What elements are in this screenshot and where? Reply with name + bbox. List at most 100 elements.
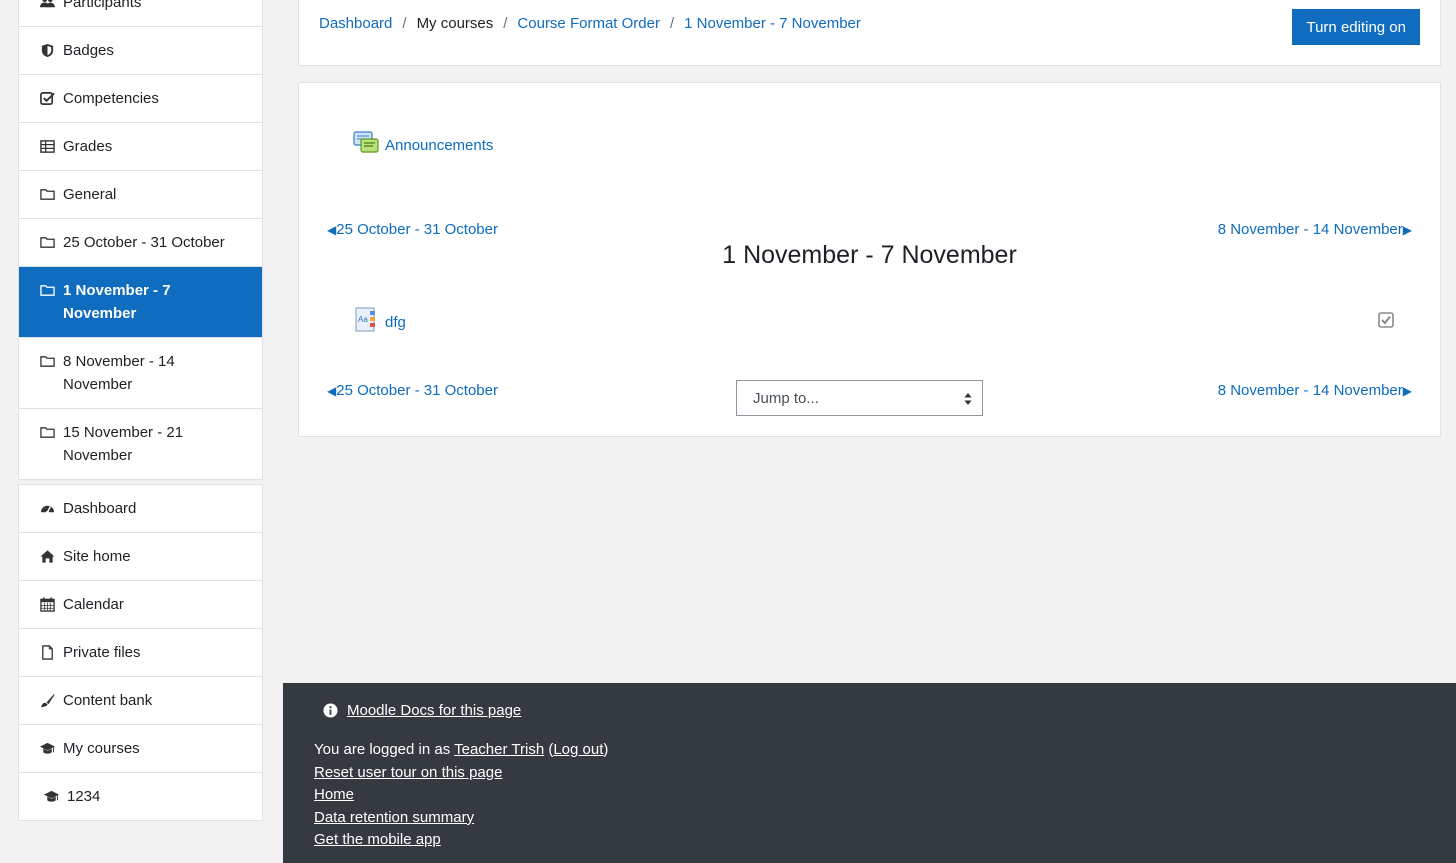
sidebar-item-8-november[interactable]: 8 November - 14 November — [19, 337, 262, 408]
graduation-cap-icon — [43, 786, 60, 806]
sidebar-item-label: Participants — [63, 0, 142, 11]
footer-links: You are logged in as Teacher Trish (Log … — [314, 739, 608, 852]
prev-section-link-bottom[interactable]: ◀ 25 October - 31 October — [327, 382, 498, 399]
sidebar-item-general[interactable]: General — [19, 170, 262, 218]
breadcrumb: Dashboard / My courses / Course Format O… — [319, 15, 861, 32]
folder-icon — [39, 422, 56, 442]
page-resource-icon: Aa — [355, 307, 379, 337]
sidebar-item-participants[interactable]: Participants — [19, 0, 262, 26]
sidebar-item-label: Dashboard — [63, 500, 137, 517]
sidebar-item-dashboard[interactable]: Dashboard — [19, 485, 262, 532]
sidebar-item-label: 1 November - 7 November — [63, 282, 171, 322]
sidebar-item-label: Badges — [63, 42, 114, 59]
announcements-activity: Announcements — [353, 131, 493, 159]
sidebar-item-course-1234[interactable]: 1234 — [19, 772, 262, 820]
prev-section-label: 25 October - 31 October — [336, 221, 498, 238]
mobile-app-link[interactable]: Get the mobile app — [314, 831, 441, 848]
paint-brush-icon — [39, 690, 56, 710]
logged-in-prefix: You are logged in as — [314, 741, 455, 758]
home-link[interactable]: Home — [314, 786, 354, 803]
course-nav: Participants Badges Competencies Grades … — [18, 0, 263, 480]
site-nav: Dashboard Site home Calendar Private fil… — [18, 484, 263, 821]
sidebar-item-label: My courses — [63, 740, 140, 757]
sidebar-item-label: Content bank — [63, 692, 153, 709]
svg-text:Aa: Aa — [358, 315, 368, 324]
page-header: Dashboard / My courses / Course Format O… — [298, 0, 1441, 66]
breadcrumb-course[interactable]: Course Format Order — [517, 15, 660, 32]
folder-icon — [39, 351, 56, 371]
arrow-left-icon: ◀ — [327, 383, 337, 398]
sidebar-item-label: 8 November - 14 November — [63, 353, 175, 393]
graduation-cap-icon — [39, 738, 56, 758]
breadcrumb-section[interactable]: 1 November - 7 November — [684, 15, 861, 32]
sidebar-item-grades[interactable]: Grades — [19, 122, 262, 170]
folder-icon — [39, 184, 56, 204]
sidebar-item-1-november[interactable]: 1 November - 7 November — [19, 266, 262, 337]
arrow-right-icon: ▶ — [1402, 383, 1412, 398]
folder-icon — [39, 232, 56, 252]
arrow-right-icon: ▶ — [1402, 222, 1412, 237]
sidebar-item-badges[interactable]: Badges — [19, 26, 262, 74]
breadcrumb-dashboard[interactable]: Dashboard — [319, 15, 392, 32]
tachometer-icon — [39, 498, 56, 518]
sidebar-item-label: 1234 — [67, 788, 101, 805]
sidebar-item-competencies[interactable]: Competencies — [19, 74, 262, 122]
breadcrumb-my-courses: My courses — [416, 15, 494, 32]
moodle-docs-row: Moodle Docs for this page — [323, 702, 521, 719]
calendar-icon — [39, 594, 56, 614]
table-icon — [39, 136, 56, 156]
next-section-link-bottom[interactable]: 8 November - 14 November ▶ — [1218, 382, 1412, 399]
sidebar-item-25-october[interactable]: 25 October - 31 October — [19, 218, 262, 266]
sidebar-item-label: 15 November - 21 November — [63, 424, 184, 464]
sidebar-item-private-files[interactable]: Private files — [19, 628, 262, 676]
sidebar-item-my-courses[interactable]: My courses — [19, 724, 262, 772]
info-circle-icon — [323, 703, 338, 718]
course-content: Announcements ◀ 25 October - 31 October … — [298, 82, 1441, 437]
folder-icon — [39, 280, 56, 300]
sidebar-item-label: Private files — [63, 644, 141, 661]
sidebar-item-label: General — [63, 186, 117, 203]
breadcrumb-separator: / — [402, 15, 407, 32]
arrow-left-icon: ◀ — [327, 222, 337, 237]
select-caret-icon — [964, 393, 972, 405]
data-retention-link[interactable]: Data retention summary — [314, 809, 474, 826]
jump-to-select[interactable]: Jump to... — [736, 380, 983, 416]
prev-section-label: 25 October - 31 October — [336, 382, 498, 399]
sidebar-item-label: Competencies — [63, 90, 159, 107]
sidebar-item-calendar[interactable]: Calendar — [19, 580, 262, 628]
sidebar-item-label: 25 October - 31 October — [63, 234, 225, 251]
open-paren: ( — [544, 741, 554, 758]
login-info: You are logged in as Teacher Trish (Log … — [314, 739, 608, 762]
moodle-docs-link[interactable]: Moodle Docs for this page — [347, 702, 521, 719]
jump-to-value: Jump to... — [753, 389, 819, 407]
breadcrumb-separator: / — [503, 15, 508, 32]
check-square-icon — [39, 88, 56, 108]
user-profile-link[interactable]: Teacher Trish — [454, 741, 544, 758]
prev-section-link-top[interactable]: ◀ 25 October - 31 October — [327, 221, 498, 238]
next-section-label: 8 November - 14 November — [1217, 221, 1403, 238]
home-icon — [39, 546, 56, 566]
dfg-activity: Aa dfg — [355, 307, 406, 337]
dfg-link[interactable]: dfg — [385, 314, 406, 331]
page-footer: Moodle Docs for this page You are logged… — [283, 683, 1456, 863]
file-icon — [39, 642, 56, 662]
section-title: 1 November - 7 November — [722, 241, 1017, 269]
announcements-link[interactable]: Announcements — [385, 137, 493, 154]
sidebar-item-label: Calendar — [63, 596, 124, 613]
sidebar-item-label: Grades — [63, 138, 113, 155]
next-section-label: 8 November - 14 November — [1217, 382, 1403, 399]
reset-tour-link[interactable]: Reset user tour on this page — [314, 764, 502, 781]
users-icon — [39, 0, 56, 12]
forum-icon — [353, 131, 379, 159]
sidebar-item-label: Site home — [63, 548, 131, 565]
turn-editing-on-button[interactable]: Turn editing on — [1292, 9, 1420, 45]
breadcrumb-separator: / — [669, 15, 675, 32]
close-paren: ) — [603, 741, 609, 758]
logout-link[interactable]: Log out — [553, 741, 603, 758]
sidebar-item-15-november[interactable]: 15 November - 21 November — [19, 408, 262, 479]
sidebar-item-content-bank[interactable]: Content bank — [19, 676, 262, 724]
sidebar-item-site-home[interactable]: Site home — [19, 532, 262, 580]
sidebar: Participants Badges Competencies Grades … — [18, 0, 263, 825]
next-section-link-top[interactable]: 8 November - 14 November ▶ — [1218, 221, 1412, 238]
completion-checkbox-icon[interactable] — [1378, 312, 1394, 328]
